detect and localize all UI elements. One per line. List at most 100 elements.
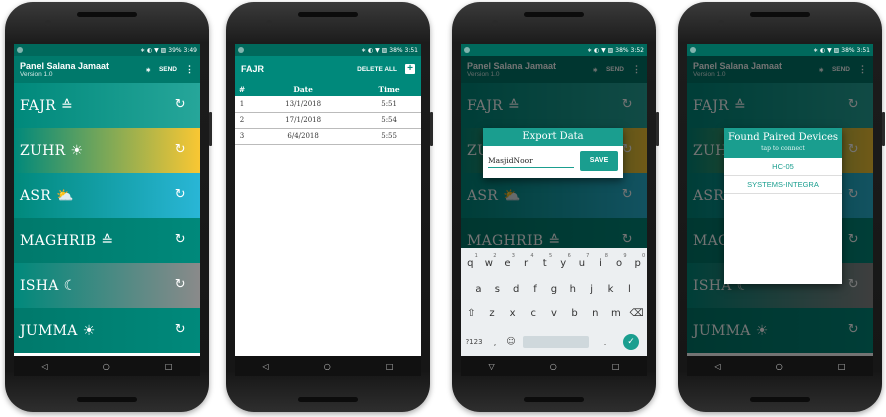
camera: [45, 20, 51, 26]
prayer-row-fajr[interactable]: FAJR ≙ ↻: [14, 83, 200, 128]
refresh-icon[interactable]: ↻: [175, 277, 186, 292]
keyboard-row-4: ?123 , ☺ . ✓: [461, 332, 647, 352]
more-options-icon[interactable]: ⋮: [185, 64, 194, 75]
nav-bar: ◁ ○ □: [235, 356, 421, 376]
prayer-row-asr[interactable]: ASR ⛅ ↻: [14, 173, 200, 218]
recents-icon[interactable]: □: [386, 362, 394, 371]
key-k[interactable]: k: [603, 284, 618, 295]
keyboard-row-1: q1 w2 e3 r4 t5 y6 u7 i8 o9 p0: [461, 253, 647, 269]
key-t[interactable]: t5: [537, 253, 552, 269]
back-icon[interactable]: ◁: [263, 362, 269, 371]
key-h[interactable]: h: [565, 284, 580, 295]
export-screen: ∗ ◐ ▼ ▨ 38% 3:52 Panel Salana Jamaat Ver…: [461, 44, 647, 376]
table-row[interactable]: 1 13/1/2018 5:51: [235, 96, 421, 113]
key-y[interactable]: y6: [556, 253, 570, 269]
device-item-systems-integra[interactable]: SYSTEMS-INTEGRA: [724, 176, 842, 194]
home-icon[interactable]: ○: [550, 362, 557, 371]
export-filename-input[interactable]: [488, 154, 574, 168]
back-icon[interactable]: ◁: [42, 362, 48, 371]
key-d[interactable]: d: [509, 284, 524, 295]
clock: 3:51: [856, 46, 870, 54]
refresh-icon[interactable]: ↻: [175, 232, 186, 247]
row-date: 13/1/2018: [249, 96, 358, 113]
symbols-key[interactable]: ?123: [461, 338, 487, 346]
table-row[interactable]: 3 6/4/2018 5:55: [235, 128, 421, 145]
power-button: [882, 112, 885, 146]
battery-level: 39%: [168, 46, 182, 54]
key-j[interactable]: j: [584, 284, 599, 295]
key-a[interactable]: a: [471, 284, 486, 295]
key-w[interactable]: w2: [481, 253, 497, 269]
key-m[interactable]: m: [608, 308, 623, 319]
partly-cloudy-icon: ⛅: [56, 187, 74, 204]
key-e[interactable]: e3: [500, 253, 515, 269]
key-f[interactable]: f: [528, 284, 543, 295]
key-x[interactable]: x: [505, 308, 520, 319]
period-key[interactable]: .: [593, 338, 617, 347]
sun-icon: ☀: [82, 322, 96, 339]
home-icon[interactable]: ○: [776, 362, 783, 371]
key-b[interactable]: b: [567, 308, 582, 319]
prayer-name: ASR: [20, 187, 52, 204]
key-p[interactable]: p0: [630, 253, 645, 269]
key-l[interactable]: l: [622, 284, 637, 295]
send-button[interactable]: SEND: [159, 66, 177, 73]
key-g[interactable]: g: [546, 284, 561, 295]
row-number: 2: [235, 112, 249, 129]
key-s[interactable]: s: [490, 284, 505, 295]
notification-icon: [690, 47, 696, 53]
shift-key[interactable]: ⇧: [464, 308, 479, 319]
save-button[interactable]: SAVE: [580, 151, 618, 171]
table-row[interactable]: 2 17/1/2018 5:54: [235, 112, 421, 129]
hide-keyboard-icon[interactable]: ▽: [489, 362, 495, 371]
key-n[interactable]: n: [588, 308, 603, 319]
recents-icon[interactable]: □: [612, 362, 620, 371]
enter-key[interactable]: ✓: [623, 334, 639, 350]
key-i[interactable]: i8: [593, 253, 608, 269]
prayer-row-jumma[interactable]: JUMMA ☀ ↻: [14, 308, 200, 353]
prayer-row-zuhr[interactable]: ZUHR ☀ ↻: [14, 128, 200, 173]
home-icon[interactable]: ○: [324, 362, 331, 371]
phone-log: ∗ ◐ ▼ ▨ 38% 3:51 FAJR DELETE ALL + # Dat…: [226, 2, 433, 412]
key-z[interactable]: z: [484, 308, 499, 319]
app-title: Panel Salana Jamaat: [20, 60, 110, 71]
delete-all-button[interactable]: DELETE ALL: [357, 66, 397, 73]
key-q[interactable]: q1: [463, 253, 478, 269]
key-u[interactable]: u7: [574, 253, 590, 269]
key-v[interactable]: v: [546, 308, 561, 319]
sun-icon: ☀: [70, 142, 84, 159]
table-header: # Date Time: [235, 82, 421, 96]
home-icon[interactable]: ○: [103, 362, 110, 371]
recents-icon[interactable]: □: [838, 362, 846, 371]
refresh-icon[interactable]: ↻: [175, 97, 186, 112]
key-c[interactable]: c: [526, 308, 541, 319]
app-bar: Panel Salana Jamaat Version 1.0 ∗ SEND ⋮: [14, 56, 200, 83]
device-item-hc05[interactable]: HC-05: [724, 158, 842, 176]
status-bar: ∗ ◐ ▼ ▨ 38% 3:51: [687, 44, 873, 56]
refresh-icon[interactable]: ↻: [175, 187, 186, 202]
comma-key[interactable]: ,: [487, 338, 503, 347]
status-bar: ∗ ◐ ▼ ▨ 38% 3:52: [461, 44, 647, 56]
space-key[interactable]: [523, 336, 589, 348]
power-button: [656, 112, 659, 146]
log-table: # Date Time 1 13/1/2018 5:51 2 17/1/2018…: [235, 82, 421, 145]
main-screen: ∗ ◐ ▼ ▨ 39% 3:49 Panel Salana Jamaat Ver…: [14, 44, 200, 376]
prayer-name: JUMMA: [20, 322, 78, 339]
backspace-key[interactable]: ⌫: [629, 308, 644, 319]
prayer-row-maghrib[interactable]: MAGHRIB ≙ ↻: [14, 218, 200, 263]
key-o[interactable]: o9: [612, 253, 627, 269]
bluetooth-icon[interactable]: ∗: [145, 66, 150, 74]
camera: [266, 20, 272, 26]
refresh-icon[interactable]: ↻: [175, 322, 186, 337]
emoji-key[interactable]: ☺: [503, 337, 519, 347]
status-bar: ∗ ◐ ▼ ▨ 38% 3:51: [235, 44, 421, 56]
prayer-row-isha[interactable]: ISHA ☾ ↻: [14, 263, 200, 308]
key-r[interactable]: r4: [519, 253, 534, 269]
devices-dialog-title: Found Paired Devices: [727, 132, 839, 143]
row-time: 5:54: [357, 112, 421, 129]
phone-export: ∗ ◐ ▼ ▨ 38% 3:52 Panel Salana Jamaat Ver…: [452, 2, 659, 412]
add-icon[interactable]: +: [405, 64, 415, 74]
refresh-icon[interactable]: ↻: [175, 142, 186, 157]
recents-icon[interactable]: □: [165, 362, 173, 371]
back-icon[interactable]: ◁: [715, 362, 721, 371]
